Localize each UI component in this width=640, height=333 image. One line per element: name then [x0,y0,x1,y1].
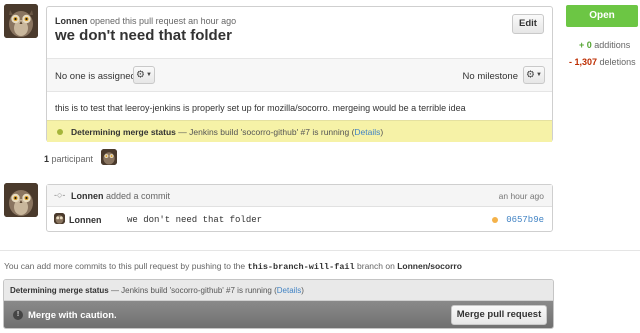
commit-event-text: Lonnen added a commit [71,191,170,201]
gear-icon: ⚙ [136,69,145,81]
merge-status-label: Determining merge status [10,286,109,295]
chevron-down-icon: ▼ [536,72,542,78]
chevron-down-icon: ▼ [146,72,152,78]
repo-link[interactable]: Lonnen/socorro [397,261,462,271]
deletions-label: deletions [599,57,636,67]
status-close: ) [380,127,384,137]
merge-status-detail: — Jenkins build 'socorro-github' #7 is r… [110,286,277,295]
merge-box: Determining merge status — Jenkins build… [3,279,554,329]
push-note-prefix: You can add more commits to this pull re… [4,261,246,271]
commit-row-avatar[interactable] [54,213,65,224]
status-dot-icon [57,129,63,135]
merge-action-bar: ! Merge with caution. Merge pull request [4,301,553,328]
deletions-stat: - 1,307 deletions [569,57,636,67]
owl-avatar-image [4,4,38,38]
milestone-text: No milestone [462,71,518,82]
commit-time: an hour ago [498,191,544,201]
gear-icon: ⚙ [526,69,535,81]
pr-author-link[interactable]: Lonnen [55,16,88,26]
assignee-gear-button[interactable]: ⚙▼ [133,66,155,84]
pr-meta: Lonnen opened this pull request an hour … [55,16,236,26]
merge-status-strip: Determining merge status — Jenkins build… [47,120,552,142]
owl-avatar-image [4,183,38,217]
state-badge: Open [566,5,638,27]
commit-author-link[interactable]: Lonnen [71,191,104,201]
commit-action: added a commit [106,191,171,201]
commit-icon: -○- [54,190,66,200]
commit-row-author[interactable]: Lonnen [69,215,102,225]
details-link[interactable]: Details [354,127,380,137]
avatar[interactable] [4,4,38,38]
merge-status-text: Determining merge status — Jenkins build… [10,286,304,295]
build-status-dot-icon[interactable] [492,217,498,223]
status-detail: — Jenkins build 'socorro-github' #7 is r… [178,127,355,137]
page-title: we don't need that folder [55,27,232,44]
caution-icon: ! [13,310,23,320]
participants: 1 participant [44,154,93,164]
participant-avatar[interactable] [101,149,117,165]
merge-status-text: Determining merge status — Jenkins build… [71,127,383,137]
merge-status-bar: Determining merge status — Jenkins build… [4,280,553,301]
commit-box: -○- Lonnen added a commit an hour ago Lo… [46,184,553,232]
participant-count: 1 [44,154,50,164]
milestone-gear-button[interactable]: ⚙▼ [523,66,545,84]
pr-meta-text: opened this pull request an hour ago [90,16,237,26]
owl-avatar-image [101,149,117,165]
merge-pull-request-button[interactable]: Merge pull request [451,305,547,325]
push-note-middle: branch on [357,261,395,271]
additions-label: additions [594,40,631,50]
caution-text: Merge with caution. [28,310,117,321]
deletions-count: - 1,307 [569,57,598,67]
commit-avatar[interactable] [4,183,38,217]
owl-avatar-image [54,213,65,224]
commit-message-link[interactable]: we don't need that folder [127,215,262,225]
branch-name: this-branch-will-fail [247,262,355,272]
edit-button[interactable]: Edit [512,14,544,34]
assignee-text: No one is assigned [55,71,136,82]
pull-request-box: Lonnen opened this pull request an hour … [46,6,553,142]
push-note: You can add more commits to this pull re… [4,261,462,272]
merge-status-close: ) [301,286,304,295]
additions-count: + 0 [579,40,592,50]
participant-label: participant [51,154,94,164]
additions-stat: + 0 additions [579,40,630,50]
divider [0,250,640,251]
status-label: Determining merge status [71,127,176,137]
pr-description: this is to test that leeroy-jenkins is p… [55,103,466,113]
commit-sha-link[interactable]: 0657b9e [506,215,544,225]
merge-details-link[interactable]: Details [277,286,301,295]
assignee-milestone-row: No one is assigned ⚙▼ No milestone ⚙▼ [47,58,552,92]
commit-header: -○- Lonnen added a commit an hour ago [47,185,552,207]
